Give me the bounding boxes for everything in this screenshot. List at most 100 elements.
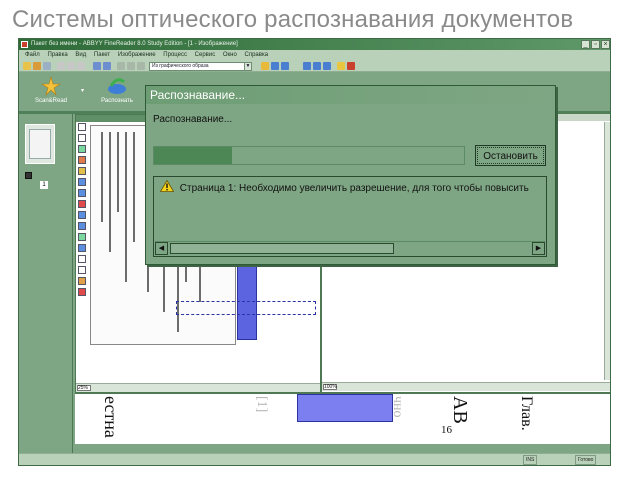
app-titlebar: Пакет без имени - ABBYY FineReader 8.0 S… (19, 39, 610, 50)
properties-icon[interactable] (78, 288, 86, 296)
invert-icon[interactable] (78, 233, 86, 241)
scroll-left-icon[interactable]: ◀ (155, 242, 168, 255)
add-block-icon[interactable] (78, 178, 86, 186)
dialog-title: Распознавание... (146, 86, 555, 104)
stop-button-label: Остановить (477, 147, 544, 164)
find-icon[interactable] (117, 62, 125, 70)
message-list[interactable]: Страница 1: Необходимо увеличить разреше… (153, 176, 547, 257)
image-hscroll[interactable]: 25% (76, 383, 320, 392)
table-block-icon[interactable] (78, 145, 86, 153)
text-vscroll[interactable] (604, 122, 610, 380)
page-number: 1 (40, 181, 48, 189)
view-layout-icon[interactable] (303, 62, 311, 70)
scroll-right-icon[interactable]: ▶ (532, 242, 545, 255)
minimize-button[interactable]: _ (581, 40, 590, 49)
menu-batch[interactable]: Пакет (94, 52, 110, 58)
pages-panel: 1 (19, 114, 73, 454)
cut-block-icon[interactable] (78, 189, 86, 197)
dialog-status-label: Распознавание... (153, 114, 233, 125)
text-hscroll[interactable]: 100% (322, 382, 610, 391)
view-split-icon[interactable] (313, 62, 321, 70)
app-title: Пакет без имени - ABBYY FineReader 8.0 S… (31, 41, 238, 47)
slide-title: Системы оптического распознавания докуме… (12, 6, 574, 33)
replace-icon[interactable] (127, 62, 135, 70)
export-pdf-icon[interactable] (281, 62, 289, 70)
redo-icon[interactable] (103, 62, 111, 70)
recognize-label: Распознать (101, 98, 133, 104)
cut-icon[interactable] (57, 62, 65, 70)
zoom-text-2: [1] (254, 396, 269, 413)
wizard-icon (41, 76, 61, 96)
menu-bar: Файл Правка Вид Пакет Изображение Процес… (19, 50, 610, 60)
page-thumbnail-image (29, 129, 51, 159)
recognition-mode-value: Из графического образа (152, 63, 209, 69)
open-icon[interactable] (33, 62, 41, 70)
view-zoom-icon[interactable] (323, 62, 331, 70)
message-text: Страница 1: Необходимо увеличить разреше… (179, 183, 529, 194)
status-ins: INS (523, 455, 538, 465)
close-button[interactable]: × (601, 40, 610, 49)
zoom-text-6: Глав. (518, 396, 535, 431)
order-blocks-icon[interactable] (78, 211, 86, 219)
undo-icon[interactable] (93, 62, 101, 70)
scroll-thumb[interactable] (170, 243, 394, 254)
new-icon[interactable] (23, 62, 31, 70)
message-hscroll[interactable]: ◀ ▶ (155, 241, 545, 255)
menu-view[interactable]: Вид (75, 52, 86, 58)
zoom-pane[interactable]: естна [1] чно АВ 16 Глав. (75, 392, 610, 444)
page-thumbnail[interactable] (25, 124, 55, 164)
save-icon[interactable] (43, 62, 51, 70)
select-tool-icon[interactable] (78, 123, 86, 131)
zoom-text-1: естна (101, 396, 121, 438)
standard-toolbar: Из графического образа ▼ (19, 60, 610, 72)
recognition-mode-select[interactable]: Из графического образа ▼ (149, 62, 252, 71)
export-word-icon[interactable] (261, 62, 269, 70)
page-status-icon (25, 172, 32, 179)
eraser-icon[interactable] (78, 255, 86, 263)
menu-edit[interactable]: Правка (47, 52, 67, 58)
zoom-icon[interactable] (78, 266, 86, 274)
status-ready: Готово (575, 455, 597, 465)
scan-read-button[interactable]: Scan&Read (29, 76, 73, 108)
barcode-block-icon[interactable] (78, 167, 86, 175)
text-block-icon[interactable] (78, 134, 86, 142)
spellcheck-icon[interactable] (137, 62, 145, 70)
help-icon[interactable] (347, 62, 355, 70)
menu-image[interactable]: Изображение (118, 52, 156, 58)
delete-block-icon[interactable] (78, 200, 86, 208)
recognize-icon (108, 78, 126, 94)
app-icon (21, 41, 28, 48)
stop-button[interactable]: Остановить (475, 145, 546, 166)
options-icon[interactable] (337, 62, 345, 70)
crop-icon[interactable] (78, 244, 86, 252)
block-tools (78, 123, 88, 363)
menu-help[interactable]: Справка (245, 52, 269, 58)
export-excel-icon[interactable] (271, 62, 279, 70)
recognition-progress (153, 146, 465, 165)
zoom-text-5: 16 (441, 424, 452, 436)
paste-icon[interactable] (77, 62, 85, 70)
message-row[interactable]: Страница 1: Необходимо увеличить разреше… (160, 180, 529, 196)
text-zoom-level[interactable]: 100% (323, 384, 337, 390)
menu-window[interactable]: Окно (223, 52, 237, 58)
picture-block-icon[interactable] (78, 156, 86, 164)
image-zoom-level[interactable]: 25% (77, 385, 91, 391)
hand-icon[interactable] (78, 277, 86, 285)
recognition-dialog: Распознавание... Распознавание... Остано… (145, 85, 556, 265)
warning-icon (160, 180, 174, 192)
zoom-selected-block[interactable] (297, 394, 393, 422)
scan-read-label: Scan&Read (34, 98, 68, 104)
menu-tools[interactable]: Сервис (195, 52, 216, 58)
rotate-icon[interactable] (78, 222, 86, 230)
recognize-button[interactable]: Распознать (95, 76, 139, 108)
progress-fill (154, 147, 232, 164)
scan-read-chevron-icon[interactable]: ▾ (81, 87, 84, 94)
picture-block-outline[interactable] (176, 301, 316, 315)
menu-process[interactable]: Процесс (163, 52, 187, 58)
chevron-down-icon[interactable]: ▼ (244, 63, 251, 70)
zoom-text-4: АВ (449, 396, 471, 424)
status-bar: INS Готово (19, 453, 610, 465)
copy-icon[interactable] (67, 62, 75, 70)
maximize-button[interactable]: ▫ (591, 40, 600, 49)
menu-file[interactable]: Файл (25, 52, 40, 58)
